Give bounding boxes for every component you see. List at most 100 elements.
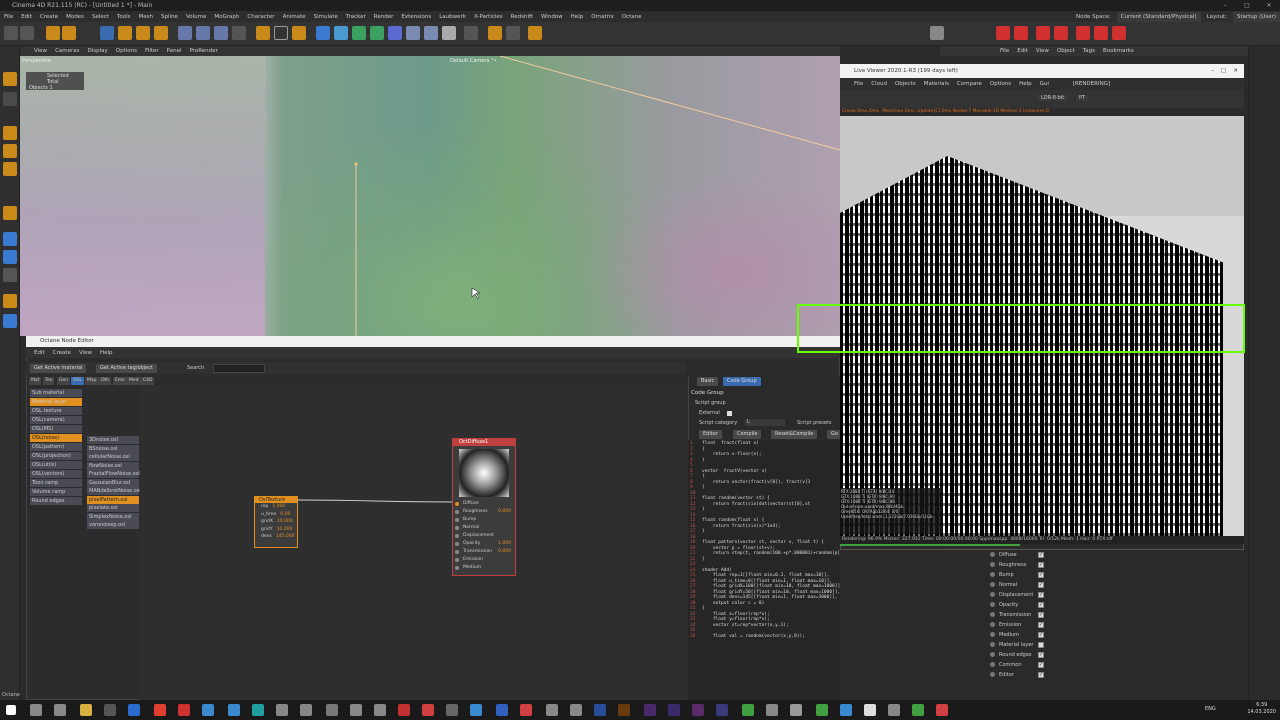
points-mode-icon[interactable] [3,126,17,140]
redo-icon[interactable] [20,26,34,40]
node-category-item[interactable]: OSL(utils) [30,461,82,469]
noise-node-item[interactable]: flowNoise.osl [87,461,139,470]
tab-osl[interactable]: OSL [71,377,84,385]
script-category-select[interactable]: L [745,419,785,426]
prop-radio-icon[interactable] [990,582,995,587]
reset-compile-button[interactable]: Reset&Compile [771,430,818,439]
node-category-item[interactable]: OSL(MS) [30,425,82,433]
maximize-icon[interactable]: □ [1236,0,1258,11]
subdivision-icon[interactable] [352,26,366,40]
app-taskbar-icon-13[interactable] [470,704,482,716]
move-icon[interactable] [100,26,114,40]
prop-radio-icon[interactable] [990,562,995,567]
node-category-item[interactable]: Volume ramp [30,488,82,496]
vp-menu-display[interactable]: Display [84,46,112,56]
node-category-item[interactable]: Toon ramp [30,479,82,487]
diffuse-input-row[interactable]: Bump [453,516,515,524]
om-menu-file[interactable]: File [996,46,1013,56]
node-category-item[interactable]: OSL(camera) [30,416,82,424]
material-prop-checkbox[interactable]: ✓ [1038,552,1044,558]
prop-radio-icon[interactable] [990,672,995,677]
prop-radio-icon[interactable] [990,552,995,557]
app-taskbar-icon-6[interactable] [300,704,312,716]
vp-menu-cameras[interactable]: Cameras [51,46,83,56]
vp-menu-panel[interactable]: Panel [163,46,186,56]
diffuse-input-row[interactable]: Roughness 0.000 [453,508,515,516]
noise-node-item[interactable]: pixelate.osl [87,504,139,512]
material-prop-checkbox[interactable] [1038,642,1044,648]
input-socket-icon[interactable] [455,534,459,538]
ne-menu-help[interactable]: Help [96,348,117,359]
editor-button[interactable]: Editor [699,430,722,439]
pen-icon[interactable] [334,26,348,40]
app-taskbar-icon-19[interactable] [716,704,728,716]
app-taskbar-icon-21[interactable] [766,704,778,716]
lv-menu-cloud[interactable]: Cloud [867,78,891,90]
diffuse-input-row[interactable]: Displacement [453,532,515,540]
render-settings-icon[interactable] [292,26,306,40]
material-prop-row[interactable]: Displacement ✓ [990,590,1050,600]
octane-settings-icon[interactable] [464,26,478,40]
node-category-item[interactable]: OSL(pattern) [30,443,82,451]
app-taskbar-icon-7[interactable] [326,704,338,716]
material-prop-row[interactable]: Material layer [990,640,1050,650]
snap-icon[interactable] [488,26,502,40]
material-prop-checkbox[interactable]: ✓ [1038,612,1044,618]
tab-oth[interactable]: Oth [99,377,112,385]
workplane-left-icon[interactable] [3,294,17,308]
osl-param-row[interactable]: rep 1.000 [255,503,297,511]
live-selection-icon[interactable] [46,26,60,40]
camera-icon[interactable] [424,26,438,40]
material-prop-row[interactable]: Emission ✓ [990,620,1050,630]
input-socket-icon[interactable] [455,502,459,506]
deformer-icon[interactable] [388,26,402,40]
material-prop-row[interactable]: Editor ✓ [990,670,1050,680]
tab-med[interactable]: Med [127,377,141,385]
material-prop-checkbox[interactable]: ✓ [1038,672,1044,678]
material-prop-checkbox[interactable]: ✓ [1038,602,1044,608]
axis-mode-icon[interactable] [3,206,17,220]
om-menu-object[interactable]: Object [1053,46,1079,56]
app-taskbar-icon-1[interactable] [128,704,140,716]
y-axis-icon[interactable] [196,26,210,40]
tab-basic[interactable]: Basic [697,377,719,386]
app-taskbar-icon-28[interactable] [936,704,948,716]
make-editable-icon[interactable] [3,72,17,86]
vp-menu-options[interactable]: Options [112,46,141,56]
material-prop-row[interactable]: Bump ✓ [990,570,1050,580]
input-socket-icon[interactable] [455,566,459,570]
render-region-icon[interactable] [256,26,270,40]
python-icon[interactable] [528,26,542,40]
polygons-mode-icon[interactable] [3,162,17,176]
prop-radio-icon[interactable] [990,572,995,577]
oct-diffuse-node[interactable]: OctDiffuse1 Diffuse Roughness 0.000 Bump Nor… [452,438,516,576]
osl-param-row[interactable]: dens 145.000 [255,533,297,541]
node-category-item[interactable]: OSL(projection) [30,452,82,460]
app-taskbar-icon-3[interactable] [228,704,240,716]
prop-radio-icon[interactable] [990,662,995,667]
vp-menu-filter[interactable]: Filter [141,46,163,56]
app-taskbar-icon-11[interactable] [422,704,434,716]
viewport-solo-icon[interactable] [3,314,17,328]
app-taskbar-icon-8[interactable] [350,704,362,716]
tab-code-group[interactable]: Code Group [723,377,761,386]
octane-tag-icon[interactable] [1112,26,1126,40]
windows-start-icon[interactable] [6,705,16,715]
search-input[interactable] [213,364,265,373]
noise-node-item[interactable]: pixelPattern.osl [87,495,139,504]
diffuse-input-row[interactable]: Transmission 0.000 [453,548,515,556]
scale-icon[interactable] [118,26,132,40]
photoshop-icon[interactable] [594,704,606,716]
prop-radio-icon[interactable] [990,622,995,627]
cube-icon[interactable] [316,26,330,40]
diffuse-input-row[interactable]: Medium [453,564,515,572]
external-checkbox[interactable] [727,411,732,416]
app-taskbar-icon-12[interactable] [446,704,458,716]
material-prop-checkbox[interactable]: ✓ [1038,562,1044,568]
app-taskbar-icon-20[interactable] [742,704,754,716]
material-prop-checkbox[interactable]: ✓ [1038,622,1044,628]
material-prop-row[interactable]: Opacity ✓ [990,600,1050,610]
app-taskbar-icon-17[interactable] [570,704,582,716]
app-taskbar-icon-5[interactable] [276,704,288,716]
node-category-item[interactable]: Material layer [30,398,82,406]
